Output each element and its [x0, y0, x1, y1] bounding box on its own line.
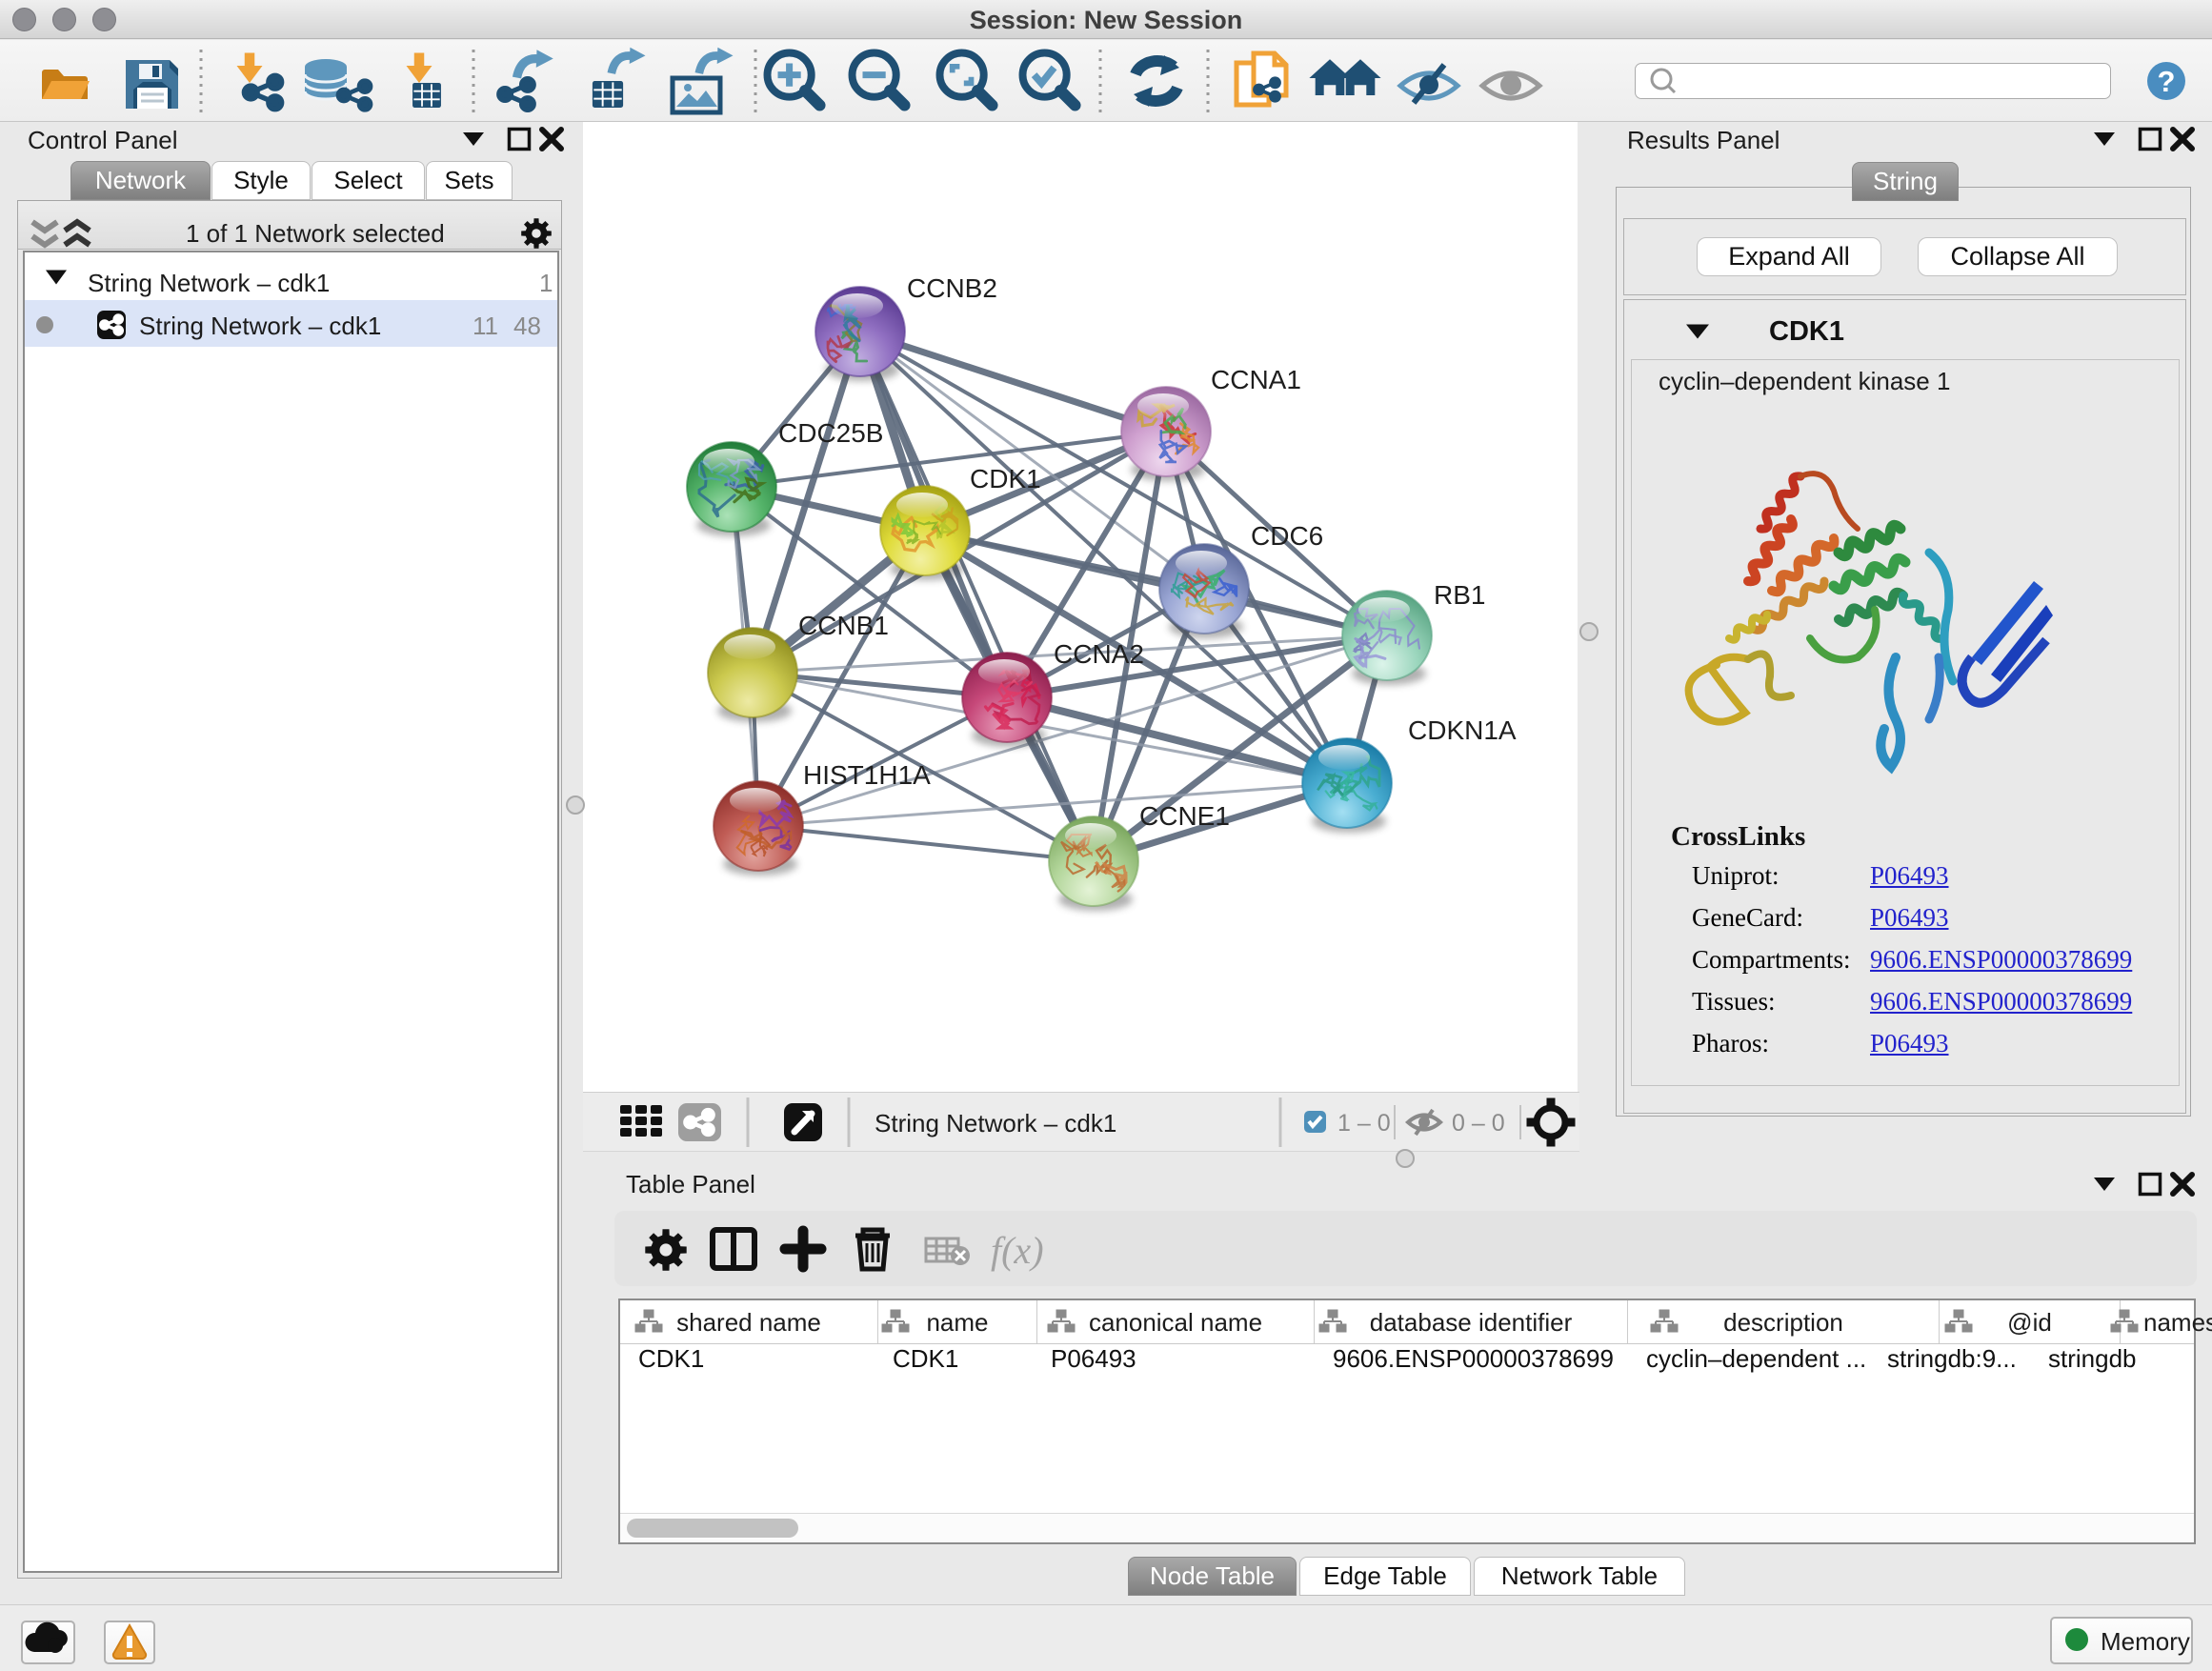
svg-text:CCNA2: CCNA2 [1054, 639, 1144, 669]
svg-text:CDK1: CDK1 [970, 464, 1041, 493]
svg-text:CDKN1A: CDKN1A [1408, 715, 1517, 745]
svg-text:CCNE1: CCNE1 [1139, 801, 1230, 831]
svg-text:CCNB2: CCNB2 [907, 273, 997, 303]
svg-text:?: ? [2158, 65, 2176, 98]
svg-text:RB1: RB1 [1434, 580, 1485, 610]
svg-text:CDC25B: CDC25B [778, 418, 883, 448]
svg-text:CDC6: CDC6 [1251, 521, 1323, 551]
svg-text:CCNA1: CCNA1 [1211, 365, 1301, 394]
svg-text:HIST1H1A: HIST1H1A [803, 760, 931, 790]
svg-text:CCNB1: CCNB1 [798, 611, 889, 640]
